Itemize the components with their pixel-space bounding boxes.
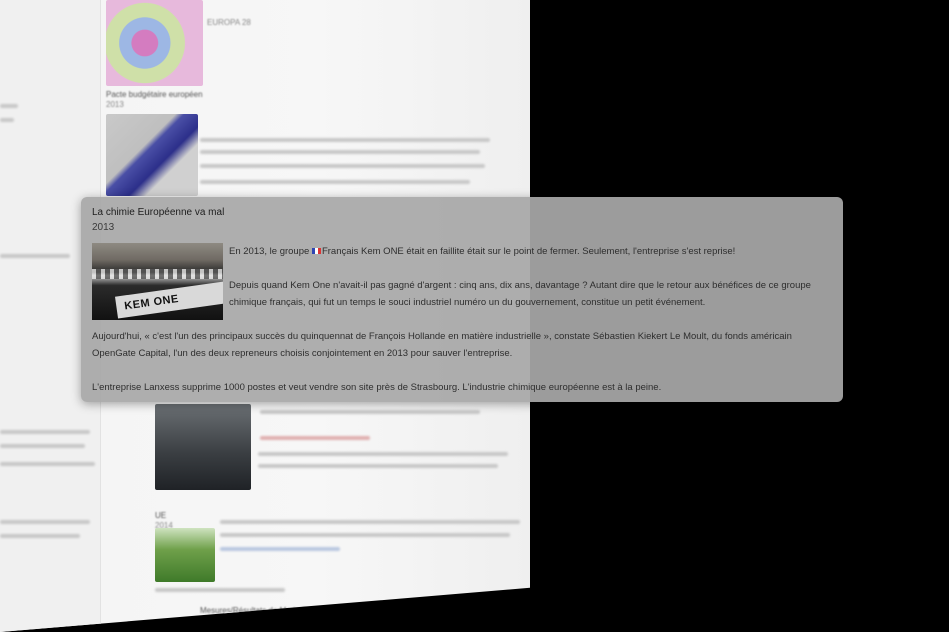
europe-map-thumbnail[interactable] [106, 0, 203, 86]
paragraph-1-start: En 2013, le groupe [229, 246, 312, 257]
event-paragraph-2: Depuis quand Kem One n'avait-il pas gagn… [229, 280, 811, 308]
event-paragraph-4: L'entreprise Lanxess supprime 1000 poste… [92, 382, 662, 393]
protest-photo-thumbnail[interactable] [155, 404, 251, 490]
paragraph-1-end: Français Kem ONE était en faillite était… [321, 246, 736, 257]
item3-title: UE [155, 511, 167, 520]
event-detail-popup[interactable]: La chimie Européenne va mal 2013 KEM ONE… [81, 197, 843, 402]
photo-banner-text: KEM ONE [115, 281, 223, 319]
portrait-thumbnail[interactable] [224, 612, 274, 632]
event-year: 2013 [92, 222, 115, 233]
item1-label: EUROPA 28 [207, 18, 251, 27]
item2-title: Pacte budgétaire européen [106, 90, 203, 99]
item4-year: 2016 [200, 616, 218, 625]
item4-title: Mesures/Résultats de Marie Dagbi [200, 606, 323, 615]
kem-one-protest-photo: KEM ONE [92, 243, 223, 320]
item2-year: 2013 [106, 100, 124, 109]
green-logo-thumbnail[interactable] [155, 528, 215, 582]
france-flag-icon [311, 248, 321, 255]
event-paragraph-1: En 2013, le groupe Français Kem ONE étai… [229, 243, 829, 260]
crowd-helmets [92, 269, 223, 279]
europe-map-thumbnail-2[interactable] [106, 114, 198, 196]
event-title: La chimie Européenne va mal [92, 207, 225, 218]
event-paragraph-3: Aujourd'hui, « c'est l'un des principaux… [92, 331, 792, 359]
